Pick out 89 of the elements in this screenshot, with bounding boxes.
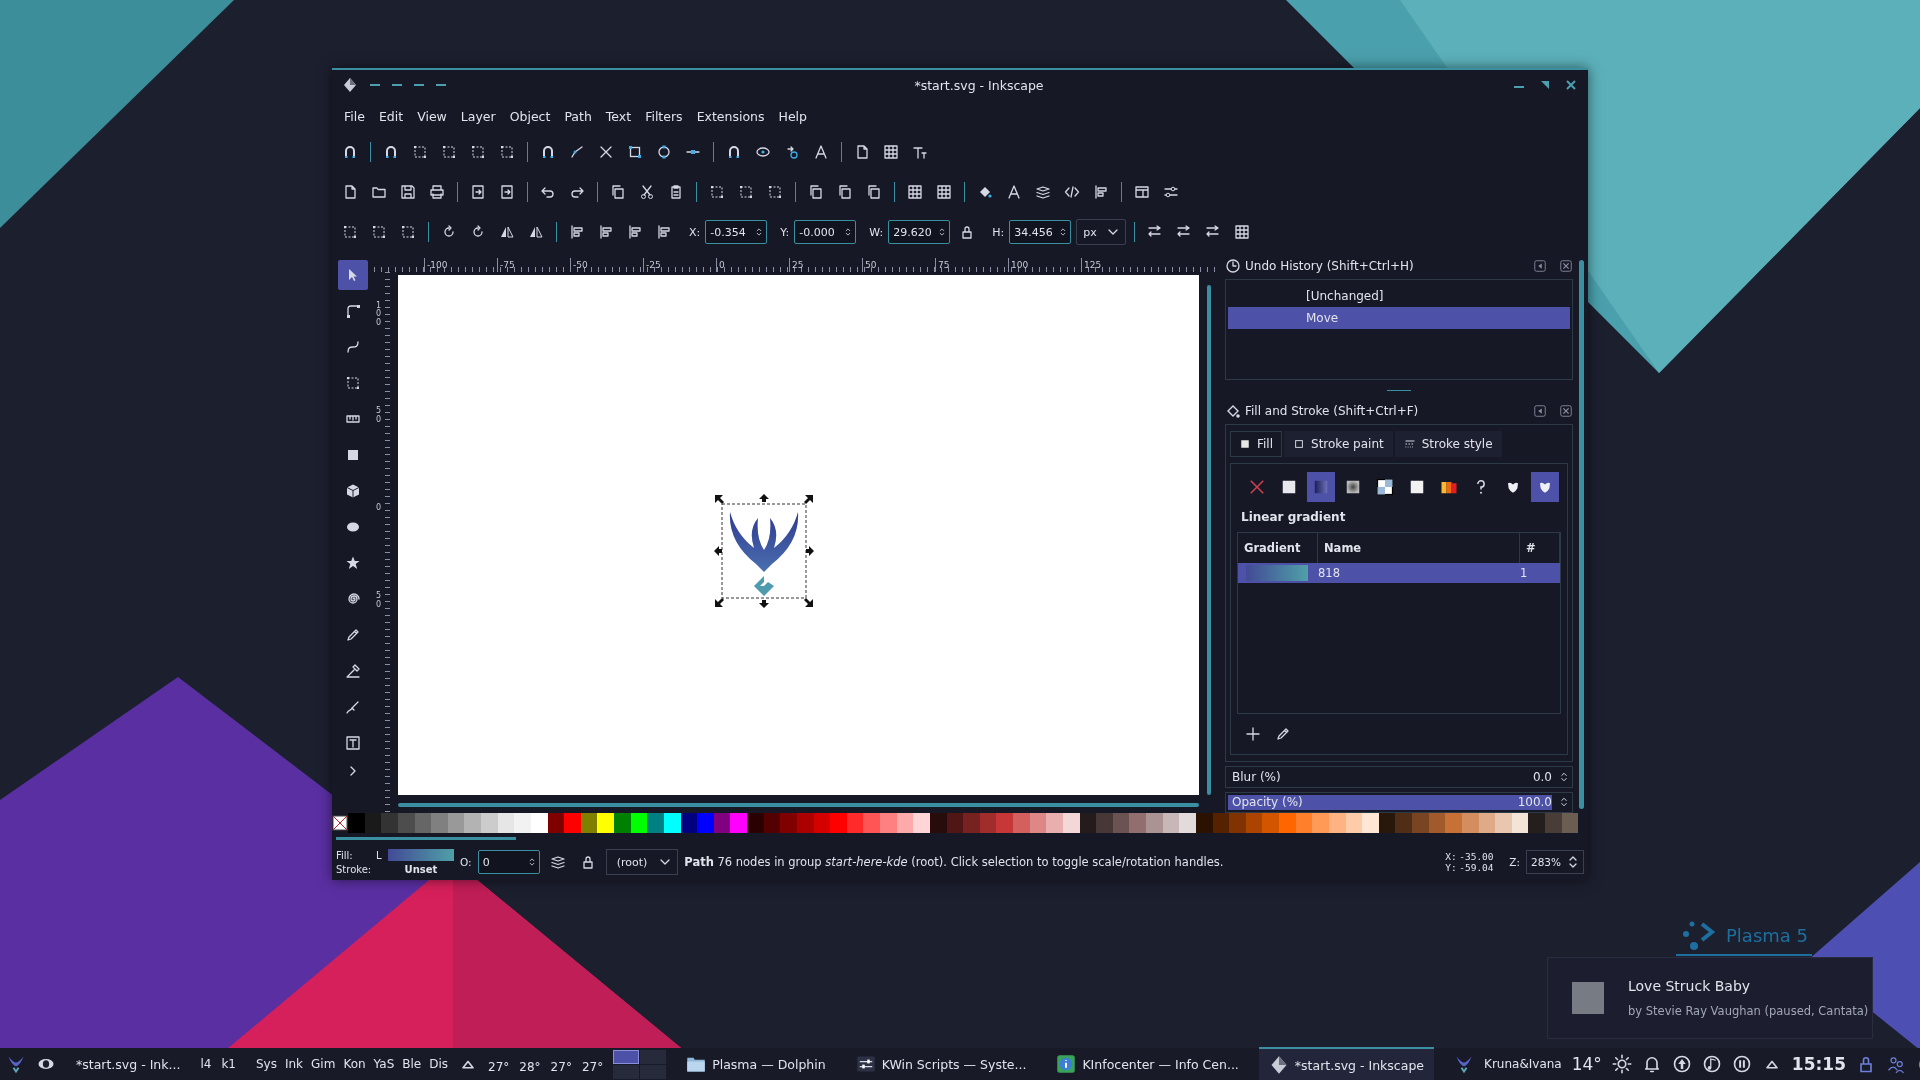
number-field[interactable]: -0.354	[705, 220, 768, 244]
task-button[interactable]: *start.svg - Ink...	[66, 1048, 191, 1080]
field-label: Y:	[780, 225, 790, 239]
task-button[interactable]: KInfocenter — Info Cen...	[1046, 1048, 1249, 1080]
launcher-item[interactable]: Sys	[256, 1057, 277, 1071]
number-field[interactable]: 29.620	[888, 220, 951, 244]
spin-value: 100.0	[1516, 795, 1553, 810]
panel-label[interactable]: l4	[200, 1057, 212, 1071]
plasma-logo-text: Plasma 5	[1726, 924, 1808, 946]
launcher-item[interactable]: Dis	[429, 1057, 449, 1071]
cursor-x-label: X:	[1445, 851, 1458, 862]
blur-spinbox[interactable]: Blur (%) 0.0	[1225, 766, 1573, 788]
status-message: Path 76 nodes in group start-here-kde (root). Click selection to toggle scale/rotation handles.	[684, 855, 1225, 869]
ruler-label: 0	[376, 503, 382, 513]
layer-dropdown[interactable]: (root)	[605, 849, 679, 875]
fill-type: L	[376, 849, 383, 861]
spin-label: Opacity (%)	[1231, 795, 1304, 810]
song-title: Love Struck Baby	[1628, 978, 1752, 994]
menu-item[interactable]: Help	[772, 105, 813, 127]
gradient-row[interactable]: 818 1	[1238, 563, 1560, 584]
ruler-label: 50	[376, 592, 382, 610]
panel-title: Undo History (Shift+Ctrl+H)	[1245, 258, 1415, 273]
zoom-label: Z:	[1509, 856, 1520, 868]
weather-temperature[interactable]: 14°	[1571, 1054, 1602, 1074]
ruler-label: -50	[570, 258, 643, 272]
number-field[interactable]: 34.456	[1009, 220, 1072, 244]
ruler-label: 25	[789, 258, 862, 272]
fill-label: Fill:	[336, 849, 354, 861]
launcher-item[interactable]: Kon	[343, 1057, 366, 1071]
zoom-field[interactable]: 283%	[1525, 850, 1584, 874]
panel-tab[interactable]: Stroke style	[1394, 431, 1502, 458]
menu-item[interactable]: File	[338, 105, 371, 127]
field-label: H:	[992, 225, 1005, 239]
opacity-field[interactable]: 0	[477, 850, 540, 874]
stroke-label: Stroke:	[336, 863, 373, 875]
undo-item[interactable]: Move	[1228, 307, 1570, 330]
song-artist: by Stevie Ray Vaughan (paused, Cantata)	[1628, 1004, 1869, 1018]
ruler-label: 100	[376, 302, 382, 328]
table-cell-text: 1	[1520, 566, 1529, 581]
temperature-reading: 27°	[488, 1060, 510, 1074]
ruler-label: -100	[424, 258, 497, 272]
stroke-value[interactable]: Unset	[388, 863, 454, 875]
field-label: W:	[869, 225, 884, 239]
menu-item[interactable]: Edit	[372, 105, 410, 127]
ruler-label: 50	[862, 258, 935, 272]
panel-title: Fill and Stroke (Shift+Ctrl+F)	[1245, 403, 1420, 418]
menu-item[interactable]: Filters	[639, 105, 689, 127]
task-button[interactable]: *start.svg - Inkscape	[1258, 1047, 1434, 1080]
cursor-y: -59.04	[1459, 862, 1495, 873]
table-cell-text: 818	[1318, 566, 1341, 581]
task-button[interactable]: KWin Scripts — Syste...	[845, 1048, 1037, 1080]
panel-tab[interactable]: Fill	[1230, 431, 1283, 458]
ruler-label: -75	[497, 258, 570, 272]
task-button[interactable]: Plasma — Dolphin	[676, 1048, 836, 1080]
opacity-label: O:	[460, 856, 472, 868]
ruler-label: 100	[1008, 258, 1081, 272]
launcher-item[interactable]: Ink	[284, 1057, 304, 1071]
temperature-reading: 28°	[519, 1060, 541, 1074]
spin-label: Blur (%)	[1231, 770, 1282, 785]
weather-location[interactable]: Kruna&Ivana	[1484, 1057, 1562, 1071]
ruler-label: 75	[935, 258, 1008, 272]
clock[interactable]: 15:15	[1791, 1054, 1846, 1074]
launcher-item[interactable]: YaS	[373, 1057, 395, 1071]
opacity-spinbox[interactable]: Opacity (%) 100.0	[1225, 791, 1573, 813]
temperature-reading: 27°	[550, 1060, 572, 1074]
gradient-heading: Linear gradient	[1240, 510, 1347, 525]
menu-item[interactable]: Text	[599, 105, 638, 127]
ruler-label: 0	[716, 258, 789, 272]
unit-dropdown[interactable]: px	[1076, 219, 1126, 245]
launcher-item[interactable]: Gim	[311, 1057, 336, 1071]
undo-item[interactable]: [Unchanged]	[1228, 285, 1570, 308]
panel-tab[interactable]: Stroke paint	[1284, 431, 1393, 458]
ruler-label: -25	[643, 258, 716, 272]
ruler-label: 125	[1081, 258, 1154, 272]
field-label: X:	[689, 225, 701, 239]
window-title: *start.svg - Inkscape	[913, 77, 1045, 93]
menu-item[interactable]: Object	[503, 105, 557, 127]
spin-value: 0.0	[1531, 770, 1553, 785]
cursor-y-label: Y:	[1445, 862, 1458, 873]
temperature-reading: 27°	[581, 1060, 604, 1074]
menu-item[interactable]: Layer	[454, 105, 502, 127]
menu-item[interactable]: View	[411, 105, 453, 127]
cursor-x: -35.00	[1459, 851, 1495, 862]
launcher-item[interactable]: Ble	[402, 1057, 422, 1071]
ruler-label: 50	[376, 407, 382, 424]
number-field[interactable]: -0.000	[794, 220, 857, 244]
panel-label[interactable]: k1	[221, 1057, 236, 1071]
menu-item[interactable]: Path	[558, 105, 598, 127]
menu-item[interactable]: Extensions	[690, 105, 771, 127]
